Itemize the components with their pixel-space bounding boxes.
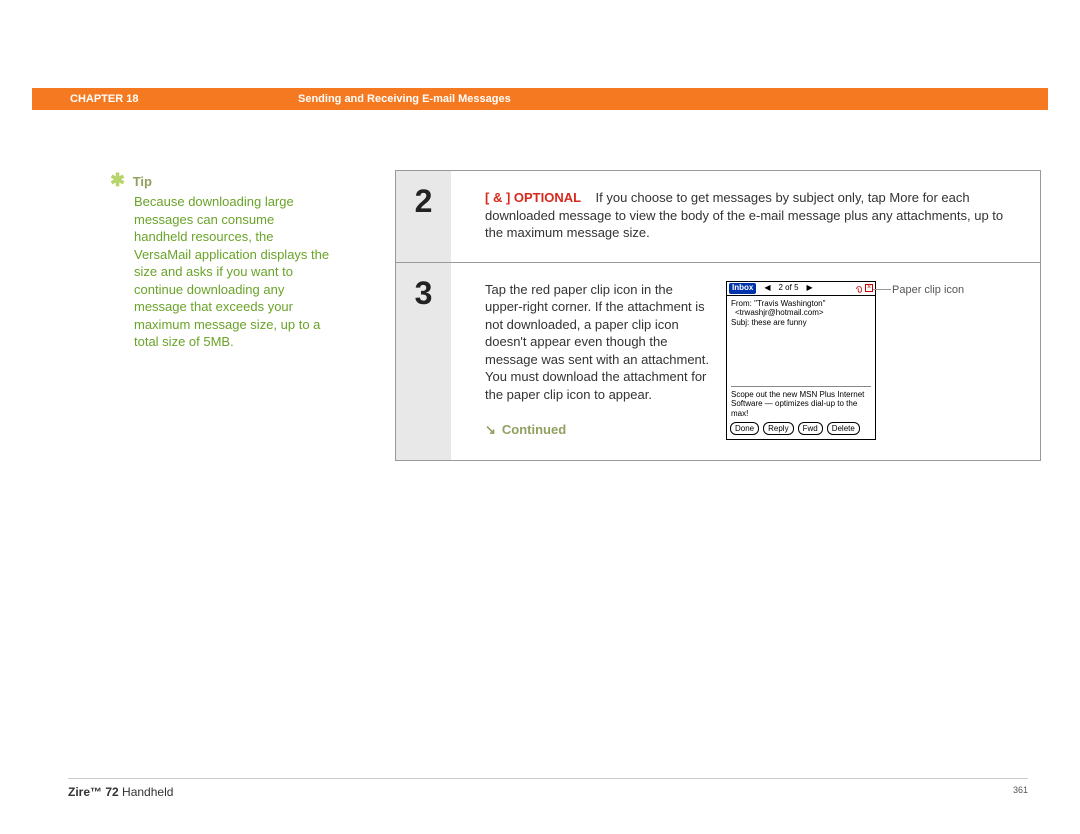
product-bold: Zire™ 72 <box>68 785 119 799</box>
step-2-row: 2 [ & ] OPTIONAL If you choose to get me… <box>396 171 1040 263</box>
callout-line <box>873 289 891 290</box>
subj-text: these are funny <box>751 318 806 327</box>
tip-body: Because downloading large messages can c… <box>134 193 330 351</box>
product-rest: Handheld <box>119 785 174 799</box>
chapter-header-bar: CHAPTER 18 Sending and Receiving E-mail … <box>32 88 1048 110</box>
tip-label: Tip <box>133 174 152 189</box>
step-3-body: Tap the red paper clip icon in the upper… <box>451 263 1040 460</box>
device-body: From: "Travis Washington" <trwashjr@hotm… <box>727 296 875 422</box>
inbox-badge[interactable]: Inbox <box>729 283 756 294</box>
device-screen: Inbox ◀ 2 of 5 ▶ × From: <box>726 281 876 440</box>
subj-label: Subj: <box>731 318 749 327</box>
from-name: "Travis Washington" <box>754 299 825 308</box>
page-footer: Zire™ 72 Handheld 361 <box>68 778 1028 799</box>
steps-box: 2 [ & ] OPTIONAL If you choose to get me… <box>395 170 1041 461</box>
paperclip-callout: Paper clip icon <box>892 283 964 298</box>
continued-text: Continued <box>502 422 566 437</box>
next-arrow-icon[interactable]: ▶ <box>807 283 813 294</box>
step-2-body: [ & ] OPTIONAL If you choose to get mess… <box>451 171 1040 262</box>
done-button[interactable]: Done <box>730 422 759 435</box>
from-label: From: <box>731 299 752 308</box>
step-2-number: 2 <box>396 171 451 262</box>
step-3-number: 3 <box>396 263 451 460</box>
fwd-button[interactable]: Fwd <box>798 422 823 435</box>
close-icon[interactable]: × <box>865 284 873 292</box>
from-email: <trwashjr@hotmail.com> <box>731 308 871 318</box>
asterisk-icon: ✱ <box>110 170 125 190</box>
prev-arrow-icon[interactable]: ◀ <box>764 283 770 294</box>
continued-arrow-icon: ↘ <box>485 421 496 439</box>
step-3-text: Tap the red paper clip icon in the upper… <box>485 281 710 404</box>
continued-label: ↘ Continued <box>485 421 710 439</box>
optional-tag: [ & ] OPTIONAL <box>485 190 581 205</box>
promo-text: Scope out the new MSN Plus Internet Soft… <box>731 390 871 419</box>
reply-button[interactable]: Reply <box>763 422 793 435</box>
paperclip-icon[interactable] <box>855 284 863 292</box>
tip-sidebar: ✱ Tip Because downloading large messages… <box>110 170 330 351</box>
device-button-row: Done Reply Fwd Delete <box>727 422 875 439</box>
product-name: Zire™ 72 Handheld <box>68 785 173 799</box>
device-titlebar: Inbox ◀ 2 of 5 ▶ × <box>727 282 875 296</box>
step-3-row: 3 Tap the red paper clip icon in the upp… <box>396 263 1040 460</box>
message-count: 2 of 5 <box>779 283 799 294</box>
divider <box>731 386 871 387</box>
device-screenshot-wrap: Paper clip icon Inbox ◀ 2 of 5 ▶ × <box>726 281 876 440</box>
chapter-title: Sending and Receiving E-mail Messages <box>292 93 1048 105</box>
delete-button[interactable]: Delete <box>827 422 860 435</box>
step-2-text <box>585 190 596 205</box>
page-number: 361 <box>1013 785 1028 799</box>
chapter-label: CHAPTER 18 <box>32 93 292 105</box>
tip-heading: ✱ Tip <box>110 170 330 191</box>
